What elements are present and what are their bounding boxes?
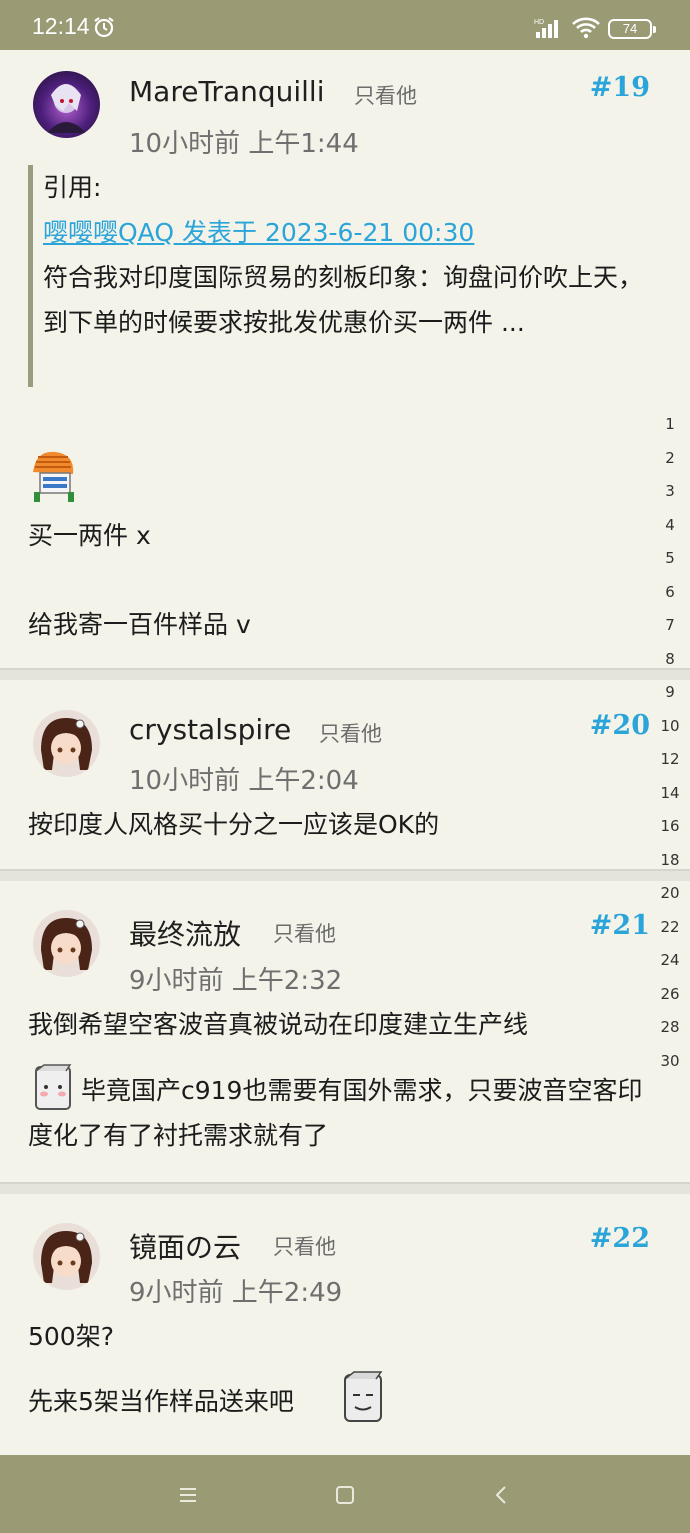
sticker-image [28, 448, 78, 504]
page-index-item[interactable]: 24 [655, 944, 685, 978]
post-21: 最终流放 只看他 #21 9小时前 上午2:32 我倒希望空客波音真被说动在印度… [0, 881, 690, 1181]
username[interactable]: MareTranquilli [129, 75, 324, 108]
quote-text: 符合我对印度国际贸易的刻板印象：询盘问价吹上天，到下单的时候要求按批发优惠价买一… [43, 263, 644, 337]
quote-block: 引用: 嘤嘤嘤QAQ 发表于 2023-6-21 00:30 符合我对印度国际贸… [28, 165, 658, 387]
only-him-button[interactable]: 只看他 [273, 918, 336, 948]
post-divider [0, 1182, 690, 1194]
page-index-item[interactable]: 6 [655, 576, 685, 610]
emoji-sticker [342, 1369, 384, 1425]
post-divider [0, 668, 690, 680]
signal-icon: HD [534, 17, 564, 43]
post-line: 买一两件 x [28, 521, 151, 550]
avatar[interactable] [33, 71, 100, 138]
username[interactable]: 镜面の云 [129, 1226, 241, 1266]
floor-number: #21 [589, 910, 650, 941]
page-index-item[interactable]: 7 [655, 609, 685, 643]
avatar[interactable] [33, 910, 100, 977]
alarm-icon [93, 16, 115, 42]
network-label: HD [534, 19, 544, 26]
post-line: 500架? [28, 1322, 114, 1351]
floor-number: #19 [589, 72, 650, 103]
post-19: MareTranquilli 只看他 #19 10小时前 上午1:44 引用: … [0, 50, 690, 668]
page-index-item[interactable]: 12 [655, 743, 685, 777]
clock: 12:14 [32, 13, 90, 39]
battery-level: 74 [622, 21, 638, 36]
floor-number: #22 [589, 1223, 650, 1254]
page-index-item[interactable]: 20 [655, 877, 685, 911]
page-index-item[interactable]: 14 [655, 777, 685, 811]
post-22: 镜面の云 只看他 #22 9小时前 上午2:49 500架? 先来5架当作样品送… [0, 1194, 690, 1449]
page-index-item[interactable]: 5 [655, 542, 685, 576]
quote-link[interactable]: 嘤嘤嘤QAQ 发表于 2023-6-21 00:30 [43, 210, 658, 255]
page-index: 1 2 3 4 5 6 7 8 9 10 12 14 16 18 20 22 24 26 28 30 [655, 408, 685, 1078]
home-icon[interactable] [327, 1477, 363, 1513]
page-index-item[interactable]: 1 [655, 408, 685, 442]
post-line: 毕竟国产c919也需要有国外需求，只要波音空客印度化了有了衬托需求就有了 [28, 1076, 643, 1150]
page-index-item[interactable]: 26 [655, 978, 685, 1012]
only-him-button[interactable]: 只看他 [319, 718, 382, 748]
navigation-bar [0, 1455, 690, 1533]
battery-icon: 74 [608, 19, 656, 39]
post-20: crystalspire 只看他 #20 10小时前 上午2:04 按印度人风格… [0, 680, 690, 868]
wifi-icon [571, 17, 601, 43]
post-time: 9小时前 上午2:32 [129, 966, 343, 996]
only-him-button[interactable]: 只看他 [273, 1231, 336, 1261]
post-line: 给我寄一百件样品 v [28, 610, 251, 639]
menu-icon[interactable] [170, 1477, 206, 1513]
post-divider [0, 869, 690, 881]
page-index-item[interactable]: 22 [655, 911, 685, 945]
post-line: 我倒希望空客波音真被说动在印度建立生产线 [28, 1010, 529, 1039]
page-index-item[interactable]: 30 [655, 1045, 685, 1079]
page-index-item[interactable]: 9 [655, 676, 685, 710]
post-time: 10小时前 上午1:44 [129, 129, 359, 159]
quote-label: 引用: [43, 173, 102, 202]
page-index-item[interactable]: 10 [655, 710, 685, 744]
post-line: 按印度人风格买十分之一应该是OK的 [28, 810, 440, 839]
page-index-item[interactable]: 8 [655, 643, 685, 677]
avatar[interactable] [33, 1223, 100, 1290]
username[interactable]: crystalspire [129, 713, 291, 746]
post-time: 9小时前 上午2:49 [129, 1278, 343, 1308]
avatar[interactable] [33, 710, 100, 777]
page-index-item[interactable]: 18 [655, 844, 685, 878]
floor-number: #20 [589, 710, 650, 741]
only-him-button[interactable]: 只看他 [354, 80, 417, 110]
username[interactable]: 最终流放 [129, 913, 241, 953]
page-index-item[interactable]: 28 [655, 1011, 685, 1045]
status-bar: 12:14 HD 74 [0, 0, 690, 50]
page-index-item[interactable]: 2 [655, 442, 685, 476]
page-index-item[interactable]: 3 [655, 475, 685, 509]
back-icon[interactable] [484, 1477, 520, 1513]
page-index-item[interactable]: 4 [655, 509, 685, 543]
post-time: 10小时前 上午2:04 [129, 766, 359, 796]
page-index-item[interactable]: 16 [655, 810, 685, 844]
